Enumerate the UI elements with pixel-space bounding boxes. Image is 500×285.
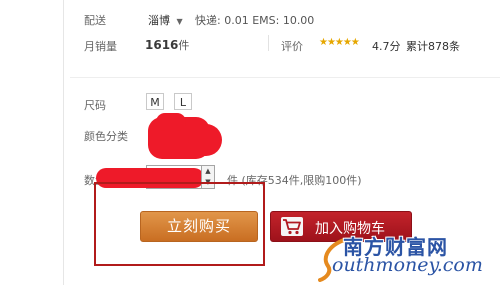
color-label: 颜色分类	[84, 130, 128, 143]
caret-down-icon: ▼	[176, 17, 183, 26]
rating-label: 评价	[281, 40, 303, 53]
panel-left-border	[63, 0, 64, 285]
buy-now-button[interactable]: 立刻购买	[140, 211, 258, 242]
watermark-logo-en: outhmoney.com	[332, 254, 483, 276]
shipping-label: 配送	[84, 14, 106, 27]
shipping-location: 淄博	[148, 14, 170, 27]
rating-stars: ★★★★★	[319, 37, 360, 48]
section-divider	[70, 77, 500, 78]
sales-label: 月销量	[84, 40, 117, 53]
sales-count-group: 1616件	[145, 37, 189, 53]
size-label: 尺码	[84, 99, 106, 112]
rating-total-link[interactable]: 累计878条	[406, 38, 460, 54]
rating-score: 4.7分	[372, 40, 401, 53]
stats-divider	[268, 35, 269, 51]
cart-icon	[281, 217, 303, 236]
size-option-l[interactable]: L	[174, 93, 192, 110]
shipping-location-select[interactable]: 淄博 ▼	[148, 12, 183, 28]
shipping-fee: 快递: 0.01 EMS: 10.00	[195, 14, 315, 27]
sales-count: 1616	[145, 38, 179, 52]
sales-unit: 件	[178, 39, 190, 52]
stepper-up-icon[interactable]: ▲	[202, 166, 214, 177]
size-option-m[interactable]: M	[146, 93, 164, 110]
